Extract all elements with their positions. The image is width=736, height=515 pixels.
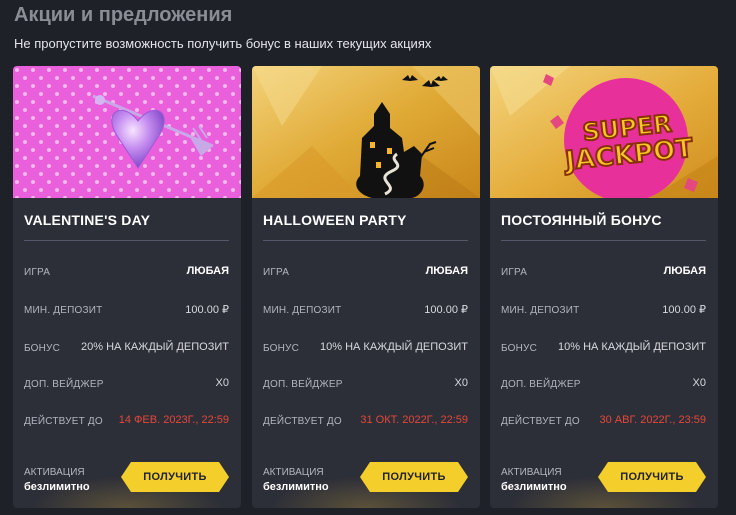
bonus-label: БОНУС — [24, 343, 61, 354]
row-wager: ДОП. ВЕЙДЖЕР X0 — [24, 377, 229, 393]
divider — [501, 240, 706, 241]
get-bonus-button[interactable]: ПОЛУЧИТЬ — [360, 462, 468, 492]
promo-title: VALENTINE'S DAY — [24, 212, 151, 228]
activation-value: безлимитно — [501, 481, 567, 493]
card-footer: АКТИВАЦИЯ безлимитно ПОЛУЧИТЬ — [490, 442, 718, 508]
min-deposit-label: МИН. ДЕПОЗИТ — [263, 305, 342, 316]
activation-value: безлимитно — [24, 481, 90, 493]
row-game: ИГРА ЛЮБАЯ — [263, 265, 468, 281]
promo-card-valentines: VALENTINE'S DAY ИГРА ЛЮБАЯ МИН. ДЕПОЗИТ … — [13, 66, 241, 508]
valid-until-value: 31 ОКТ. 2022Г., 22:59 — [360, 414, 468, 426]
promo-card-halloween: HALLOWEEN PARTY ИГРА ЛЮБАЯ МИН. ДЕПОЗИТ … — [252, 66, 480, 508]
valid-until-label: ДЕЙСТВУЕТ ДО — [24, 416, 103, 427]
bonus-label: БОНУС — [263, 343, 300, 354]
bonus-value: 10% НА КАЖДЫЙ ДЕПОЗИТ — [558, 341, 706, 353]
page-title: Акции и предложения — [14, 4, 233, 26]
row-bonus: БОНУС 10% НА КАЖДЫЙ ДЕПОЗИТ — [263, 341, 468, 357]
game-label: ИГРА — [501, 267, 528, 278]
bonus-value: 10% НА КАЖДЫЙ ДЕПОЗИТ — [320, 341, 468, 353]
promo-card-permanent-bonus: SUPER JACKPOT ПОСТОЯННЫЙ БОНУС ИГРА ЛЮБА… — [490, 66, 718, 508]
wager-value: X0 — [454, 377, 468, 389]
game-value: ЛЮБАЯ — [663, 265, 706, 277]
row-min-deposit: МИН. ДЕПОЗИТ 100.00 ₽ — [501, 303, 706, 319]
promo-title: ПОСТОЯННЫЙ БОНУС — [501, 212, 662, 228]
activation-value: безлимитно — [263, 481, 329, 493]
valid-until-value: 14 ФЕВ. 2023Г., 22:59 — [118, 414, 229, 426]
activation-label: АКТИВАЦИЯ — [501, 467, 562, 478]
card-footer: АКТИВАЦИЯ безлимитно ПОЛУЧИТЬ — [13, 442, 241, 508]
bonus-label: БОНУС — [501, 343, 538, 354]
card-footer: АКТИВАЦИЯ безлимитно ПОЛУЧИТЬ — [252, 442, 480, 508]
row-bonus: БОНУС 20% НА КАЖДЫЙ ДЕПОЗИТ — [24, 341, 229, 357]
wager-value: X0 — [692, 377, 706, 389]
min-deposit-label: МИН. ДЕПОЗИТ — [24, 305, 103, 316]
row-wager: ДОП. ВЕЙДЖЕР X0 — [263, 377, 468, 393]
wager-value: X0 — [215, 377, 229, 389]
promo-banner[interactable] — [252, 66, 480, 198]
valid-until-value: 30 АВГ. 2022Г., 23:59 — [599, 414, 706, 426]
min-deposit-value: 100.00 ₽ — [185, 304, 229, 316]
promo-title: HALLOWEEN PARTY — [263, 212, 407, 228]
valid-until-label: ДЕЙСТВУЕТ ДО — [501, 416, 580, 427]
game-label: ИГРА — [263, 267, 290, 278]
row-valid-until: ДЕЙСТВУЕТ ДО 30 АВГ. 2022Г., 23:59 — [501, 414, 706, 430]
activation-label: АКТИВАЦИЯ — [263, 467, 324, 478]
divider — [24, 240, 229, 241]
min-deposit-value: 100.00 ₽ — [424, 304, 468, 316]
game-label: ИГРА — [24, 267, 51, 278]
wager-label: ДОП. ВЕЙДЖЕР — [501, 379, 581, 390]
page-subtitle: Не пропустите возможность получить бонус… — [14, 36, 432, 51]
game-value: ЛЮБАЯ — [425, 265, 468, 277]
row-valid-until: ДЕЙСТВУЕТ ДО 14 ФЕВ. 2023Г., 22:59 — [24, 414, 229, 430]
row-valid-until: ДЕЙСТВУЕТ ДО 31 ОКТ. 2022Г., 22:59 — [263, 414, 468, 430]
promo-banner[interactable]: SUPER JACKPOT — [490, 66, 718, 198]
activation-label: АКТИВАЦИЯ — [24, 467, 85, 478]
row-game: ИГРА ЛЮБАЯ — [24, 265, 229, 281]
get-bonus-button[interactable]: ПОЛУЧИТЬ — [598, 462, 706, 492]
min-deposit-value: 100.00 ₽ — [662, 304, 706, 316]
valid-until-label: ДЕЙСТВУЕТ ДО — [263, 416, 342, 427]
get-bonus-button[interactable]: ПОЛУЧИТЬ — [121, 462, 229, 492]
wager-label: ДОП. ВЕЙДЖЕР — [24, 379, 104, 390]
row-game: ИГРА ЛЮБАЯ — [501, 265, 706, 281]
game-value: ЛЮБАЯ — [186, 265, 229, 277]
row-min-deposit: МИН. ДЕПОЗИТ 100.00 ₽ — [263, 303, 468, 319]
bonus-value: 20% НА КАЖДЫЙ ДЕПОЗИТ — [81, 341, 229, 353]
promo-banner[interactable] — [13, 66, 241, 198]
row-wager: ДОП. ВЕЙДЖЕР X0 — [501, 377, 706, 393]
min-deposit-label: МИН. ДЕПОЗИТ — [501, 305, 580, 316]
wager-label: ДОП. ВЕЙДЖЕР — [263, 379, 343, 390]
row-min-deposit: МИН. ДЕПОЗИТ 100.00 ₽ — [24, 303, 229, 319]
row-bonus: БОНУС 10% НА КАЖДЫЙ ДЕПОЗИТ — [501, 341, 706, 357]
divider — [263, 240, 468, 241]
